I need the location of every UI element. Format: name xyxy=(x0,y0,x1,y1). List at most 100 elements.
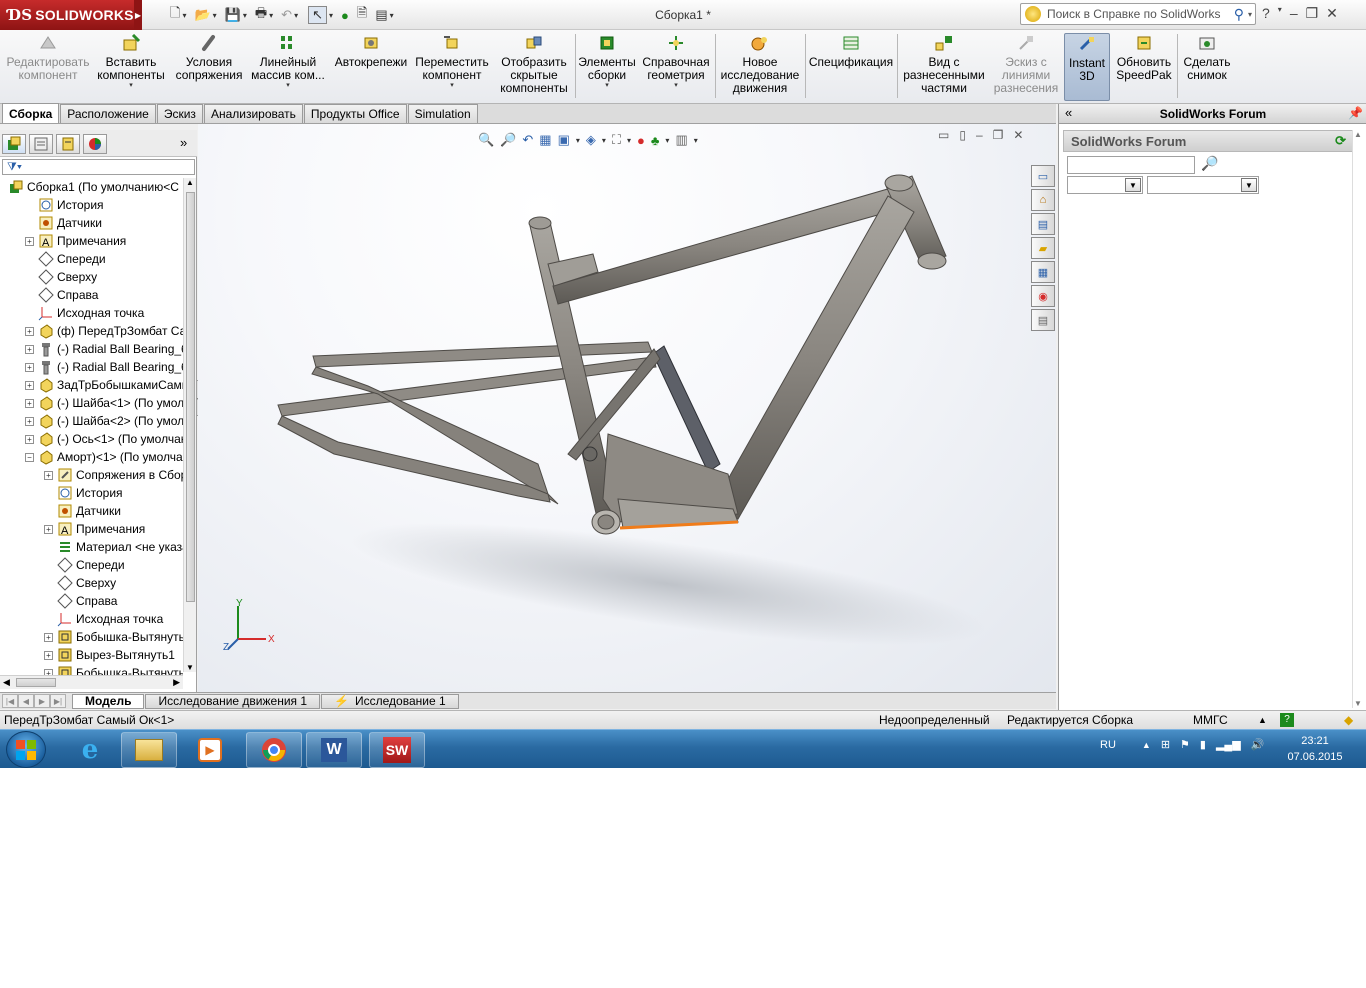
tree-item[interactable]: Спереди xyxy=(0,556,183,574)
restore-icon[interactable]: ❐ xyxy=(1306,5,1319,22)
mate-button[interactable]: Условия сопряжения xyxy=(172,33,246,101)
appearances-tab[interactable]: ◉ xyxy=(1031,285,1055,307)
language-indicator[interactable]: RU xyxy=(1100,739,1116,751)
collapse-icon[interactable]: − xyxy=(25,452,34,462)
tree-item[interactable]: + (ф) ПередТрЗомбат Самы xyxy=(0,322,183,340)
chevron-down-icon[interactable]: ▾ xyxy=(213,11,217,20)
action-center-icon[interactable]: ⊞ xyxy=(1161,738,1170,751)
tree-item[interactable]: + (-) Ось<1> (По умолчани xyxy=(0,430,183,448)
expand-icon[interactable]: + xyxy=(44,524,53,534)
tree-item[interactable]: Сверху xyxy=(0,268,183,286)
tree-item[interactable]: Справа xyxy=(0,592,183,610)
tree-item[interactable]: + (-) Шайба<2> (По умолча xyxy=(0,412,183,430)
options-icon[interactable]: ▤ xyxy=(375,7,387,23)
chevron-down-icon[interactable]: ▾ xyxy=(329,11,333,20)
tree-item[interactable]: − Аморт)<1> (По умолчан xyxy=(0,448,183,466)
assembly-features-button[interactable]: Элементы сборки ▾ xyxy=(578,33,636,101)
chevron-down-icon[interactable]: ▾ xyxy=(450,82,454,90)
pin-icon[interactable]: 📌 xyxy=(1348,106,1363,120)
forum-category-select[interactable]: ▼ xyxy=(1067,176,1143,194)
help-question-icon[interactable]: ? xyxy=(1262,5,1270,22)
display-manager-tab[interactable] xyxy=(83,134,107,154)
tab-layout[interactable]: Расположение xyxy=(60,104,156,123)
tree-item[interactable]: + (-) Radial Ball Bearing_68_А xyxy=(0,340,183,358)
tree-item[interactable]: История xyxy=(0,484,183,502)
help-status-icon[interactable]: ? xyxy=(1280,713,1294,727)
expand-icon[interactable]: + xyxy=(44,470,53,480)
taskbar-solidworks[interactable]: SW xyxy=(369,732,425,768)
tab-model[interactable]: Модель xyxy=(72,693,145,709)
tree-item[interactable]: Справа xyxy=(0,286,183,304)
chevron-down-icon[interactable]: ▼ xyxy=(1241,178,1257,192)
configuration-manager-tab[interactable] xyxy=(56,134,80,154)
expand-icon[interactable]: + xyxy=(25,362,34,372)
property-manager-tab[interactable] xyxy=(29,134,53,154)
chevron-down-icon[interactable]: ▾ xyxy=(182,11,186,20)
tree-item[interactable]: История xyxy=(0,196,183,214)
forum-search-input[interactable] xyxy=(1067,156,1195,174)
show-hidden-icons-icon[interactable]: ▲ xyxy=(1142,740,1151,750)
chevron-down-icon[interactable]: ▾ xyxy=(129,82,133,90)
feature-tree-vertical-scrollbar[interactable]: ▲ ▼ xyxy=(183,178,196,672)
refresh-icon[interactable]: ⟳ xyxy=(1335,133,1346,149)
chevron-down-icon[interactable]: ▾ xyxy=(269,11,273,20)
solidworks-forum-tab[interactable]: ▭ xyxy=(1031,165,1055,187)
taskbar-word[interactable]: W xyxy=(306,732,362,768)
tree-item[interactable]: + Сопряжения в Сборка xyxy=(0,466,183,484)
logo-menu-arrow-icon[interactable]: ▶ xyxy=(134,0,142,30)
flag-icon[interactable]: ⚑ xyxy=(1180,738,1190,751)
scrollbar-thumb[interactable] xyxy=(16,678,56,687)
tag-icon[interactable]: ◆ xyxy=(1344,713,1353,727)
save-icon[interactable]: 💾 xyxy=(225,7,241,23)
insert-components-button[interactable]: Вставить компоненты ▾ xyxy=(94,33,168,101)
tree-item[interactable]: Спереди xyxy=(0,250,183,268)
scrollbar-thumb[interactable] xyxy=(186,192,195,602)
forum-filter-select[interactable]: ▼ xyxy=(1147,176,1259,194)
feature-tree-tab[interactable] xyxy=(2,134,26,154)
new-document-icon[interactable]: 🗋 xyxy=(170,4,180,26)
scroll-right-icon[interactable]: ▶ xyxy=(173,677,180,688)
chevron-down-icon[interactable]: ▾ xyxy=(605,82,609,90)
linear-component-pattern-button[interactable]: Линейный массив ком... ▾ xyxy=(250,33,326,101)
edit-component-button[interactable]: Редактировать компонент xyxy=(6,33,90,101)
explode-line-sketch-button[interactable]: Эскиз с линиями разнесения xyxy=(990,33,1062,101)
rebuild-traffic-light-icon[interactable]: ● xyxy=(341,8,349,23)
tab-study-1[interactable]: ⚡ Исследование 1 xyxy=(321,693,459,709)
scroll-left-icon[interactable]: ◀ xyxy=(3,677,10,688)
file-explorer-tab[interactable]: ▰ xyxy=(1031,237,1055,259)
expand-icon[interactable]: + xyxy=(25,380,34,390)
taskbar-media-player[interactable]: ▶ xyxy=(182,732,238,768)
chevron-down-icon[interactable]: ▾ xyxy=(674,82,678,90)
solidworks-resources-tab[interactable]: ⌂ xyxy=(1031,189,1055,211)
expand-icon[interactable]: + xyxy=(44,650,53,660)
forum-search-icon[interactable]: 🔎 xyxy=(1201,155,1218,172)
tree-item[interactable]: Датчики xyxy=(0,214,183,232)
tree-item[interactable]: Материал <не указан xyxy=(0,538,183,556)
chevron-up-icon[interactable]: ▲ xyxy=(1258,715,1267,725)
solidworks-logo[interactable]: ƊS SOLIDWORKS xyxy=(0,0,134,30)
expand-icon[interactable]: + xyxy=(25,398,34,408)
feature-tree-horizontal-scrollbar[interactable]: ◀ ▶ xyxy=(0,675,183,689)
graphics-area[interactable]: 🔍 🔎 ↶ ▦ ▣▾ ◈▾ ⛶▾ ● ♣▾ ▥▾ ▭ ▯ – ❐ ✕ xyxy=(198,124,1056,692)
chevron-down-icon[interactable]: ▾ xyxy=(286,82,290,90)
pivot-bearing[interactable] xyxy=(582,446,598,462)
power-icon[interactable]: ▮ xyxy=(1200,738,1206,751)
taskbar-explorer[interactable] xyxy=(121,732,177,768)
update-speedpak-button[interactable]: Обновить SpeedPak xyxy=(1114,33,1174,101)
chevron-down-icon[interactable]: ▾ xyxy=(243,11,247,20)
next-tab-icon[interactable]: ▶ xyxy=(34,694,50,708)
design-library-tab[interactable]: ▤ xyxy=(1031,213,1055,235)
taskbar-chrome[interactable] xyxy=(246,732,302,768)
tree-item[interactable]: Сборка1 (По умолчанию<С xyxy=(0,178,183,196)
tab-simulation[interactable]: Simulation xyxy=(407,104,478,123)
tree-item[interactable]: + A Примечания xyxy=(0,520,183,538)
new-motion-study-button[interactable]: Новое исследование движения xyxy=(718,33,802,101)
move-component-button[interactable]: Переместить компонент ▾ xyxy=(414,33,490,101)
take-snapshot-button[interactable]: Сделать снимок xyxy=(1180,33,1234,101)
tab-office-products[interactable]: Продукты Office xyxy=(303,104,407,123)
tree-item[interactable]: + ЗадТрБобышкамиСамый xyxy=(0,376,183,394)
first-tab-icon[interactable]: |◀ xyxy=(2,694,18,708)
chevron-down-icon[interactable]: ▼ xyxy=(1125,178,1141,192)
tab-evaluate[interactable]: Анализировать xyxy=(203,104,303,123)
tree-item[interactable]: Датчики xyxy=(0,502,183,520)
